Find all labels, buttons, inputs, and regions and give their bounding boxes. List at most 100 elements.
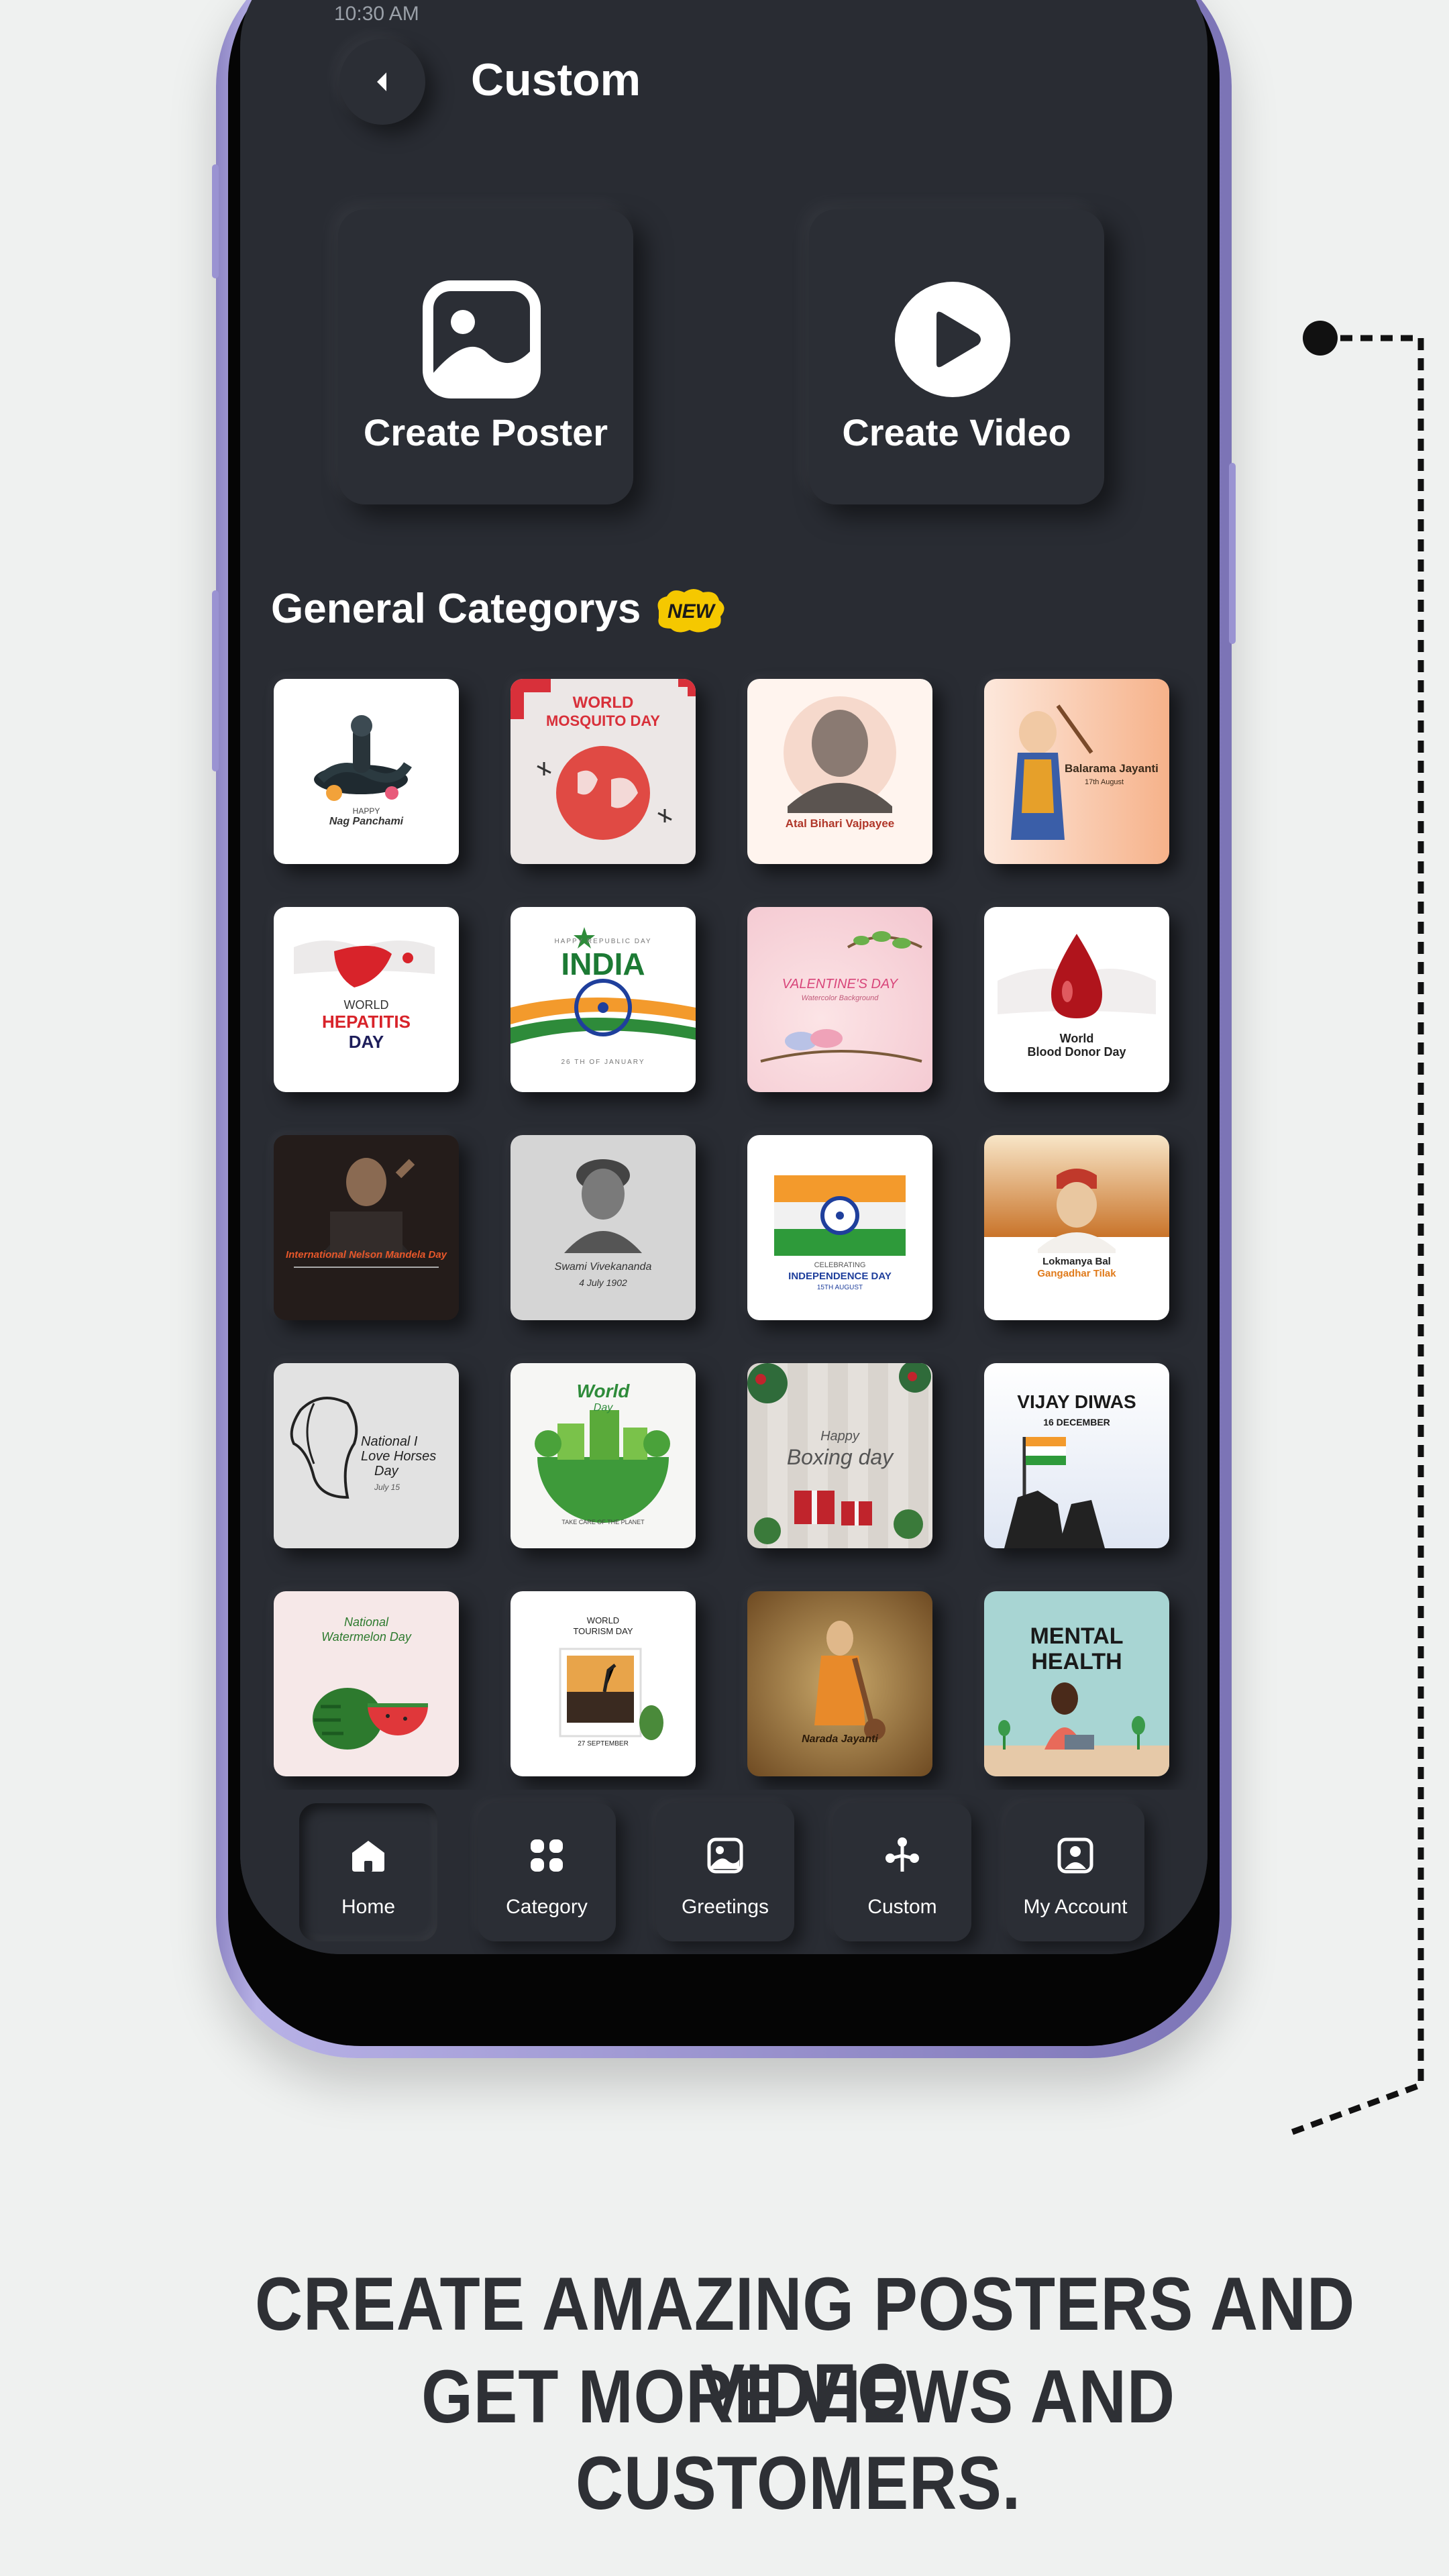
callout-connector (1288, 321, 1424, 2137)
tile-text: WORLD (572, 694, 634, 712)
tile-text: Lokmanya Bal (1042, 1256, 1111, 1267)
category-tile-world-environment-day[interactable]: World Day TAKE CARE OF THE PLANET (511, 1363, 696, 1548)
tile-text: Day (593, 1402, 613, 1413)
tile-text: Day (374, 1464, 398, 1479)
tile-text: Nag Panchami (329, 816, 404, 827)
tile-text: INDEPENDENCE DAY (788, 1271, 892, 1282)
tile-text: HEPATITIS (322, 1012, 411, 1032)
nav-category-label: Category (506, 1896, 588, 1918)
bottom-nav: Home Category Greetings Custom My Accoun… (240, 1790, 1208, 1954)
category-tile-world-tourism-day[interactable]: WORLD TOURISM DAY 27 SEPTEMBER (511, 1591, 696, 1776)
tile-text: VALENTINE'S DAY (782, 977, 898, 991)
tile-text: Balarama Jayanti (1065, 762, 1159, 775)
phone-side-button (212, 164, 219, 278)
tile-text: DAY (348, 1032, 384, 1052)
portrait-art (784, 696, 896, 813)
tile-text: INDIA (561, 947, 645, 981)
tile-text: Watercolor Background (801, 994, 879, 1002)
mandela-art (321, 1158, 415, 1258)
category-tile-valentines-day[interactable]: VALENTINE'S DAY Watercolor Background (747, 907, 932, 1092)
nav-greetings[interactable]: Greetings (656, 1803, 794, 1941)
tile-text: 16 DECEMBER (1043, 1417, 1110, 1428)
home-icon (352, 1841, 384, 1872)
share-nodes-icon (885, 1837, 919, 1872)
mental-health-art (984, 1682, 1169, 1776)
category-tile-world-mosquito-day[interactable]: WORLD MOSQUITO DAY (511, 679, 696, 864)
tile-text: July 15 (374, 1483, 400, 1492)
back-button[interactable] (339, 39, 425, 125)
nav-category[interactable]: Category (478, 1803, 616, 1941)
tile-divider (294, 1267, 439, 1268)
tagline-line-2: GET MORE VIEWS AND CUSTOMERS. (421, 2355, 1175, 2525)
phone-side-button (1229, 463, 1236, 644)
status-time: 10:30 AM (334, 3, 419, 25)
nav-account[interactable]: My Account (1006, 1803, 1144, 1941)
tile-text: HAPPY REPUBLIC DAY (554, 938, 652, 945)
tile-text: MENTAL (1030, 1623, 1124, 1649)
tile-text: WORLD (586, 1615, 620, 1625)
tile-text: Blood Donor Day (1027, 1045, 1126, 1059)
category-tile-atal-bihari-vajpayee[interactable]: Atal Bihari Vajpayee (747, 679, 932, 864)
nav-home-label: Home (341, 1896, 396, 1918)
tile-text: VIJAY DIWAS (1017, 1391, 1136, 1412)
new-badge: NEW (653, 587, 727, 634)
category-tile-world-blood-donor-day[interactable]: World Blood Donor Day (984, 907, 1169, 1092)
category-tile-lokmanya-tilak[interactable]: Lokmanya Bal Gangadhar Tilak (984, 1135, 1169, 1320)
phone-side-button (212, 590, 219, 771)
tile-text: Narada Jayanti (802, 1733, 878, 1745)
narada-art (814, 1621, 885, 1740)
tile-text: 15TH AUGUST (816, 1284, 863, 1291)
image-icon (423, 280, 541, 398)
category-tile-india-republic-day[interactable]: HAPPY REPUBLIC DAY INDIA 26 TH OF JANUAR… (511, 907, 696, 1092)
tile-text: International Nelson Mandela Day (285, 1249, 447, 1260)
nav-home[interactable]: Home (299, 1803, 437, 1941)
category-tile-nag-panchami[interactable]: HAPPY Nag Panchami (274, 679, 459, 864)
create-poster-button[interactable]: Create Poster (338, 209, 633, 504)
tile-text: World (576, 1381, 630, 1401)
category-tile-narada-jayanti[interactable]: Narada Jayanti (747, 1591, 932, 1776)
nav-custom[interactable]: Custom (833, 1803, 971, 1941)
category-tile-mental-health[interactable]: MENTAL HEALTH (984, 1591, 1169, 1776)
tile-text: Atal Bihari Vajpayee (785, 817, 895, 830)
tile-text: HEALTH (1031, 1649, 1122, 1674)
tile-text: WORLD (343, 998, 389, 1012)
category-tile-watermelon-day[interactable]: National Watermelon Day (274, 1591, 459, 1776)
vivekananda-art (564, 1159, 642, 1253)
create-video-button[interactable]: Create Video (809, 209, 1104, 504)
category-tile-vijay-diwas[interactable]: VIJAY DIWAS 16 DECEMBER (984, 1363, 1169, 1548)
page-title: Custom (471, 54, 641, 105)
tile-text: Gangadhar Tilak (1037, 1268, 1116, 1279)
create-video-label: Create Video (842, 411, 1071, 453)
new-badge-shape: NEW (657, 589, 724, 633)
nav-custom-label: Custom (867, 1896, 937, 1918)
tile-text: National (343, 1615, 389, 1629)
chevron-left-icon (377, 72, 386, 91)
tile-text: 17th August (1085, 778, 1124, 786)
tile-text: Love Horses (361, 1449, 437, 1464)
app-screen: 10:30 AM Custom Create Poster Create Vid… (240, 0, 1208, 1954)
category-tile-independence-day[interactable]: CELEBRATING INDEPENDENCE DAY 15TH AUGUST (747, 1135, 932, 1320)
category-tile-world-hepatitis-day[interactable]: WORLD HEPATITIS DAY (274, 907, 459, 1092)
create-poster-label: Create Poster (363, 411, 608, 453)
tile-text: National I (361, 1434, 418, 1449)
blood-drop-art (998, 934, 1156, 1018)
tile-text: 26 TH OF JANUARY (561, 1059, 645, 1066)
tile-text: MOSQUITO DAY (546, 712, 660, 729)
tile-text: TAKE CARE OF THE PLANET (561, 1519, 645, 1525)
category-tile-balarama-jayanti[interactable]: Balarama Jayanti 17th August (984, 679, 1169, 864)
tile-text: CELEBRATING (814, 1261, 866, 1269)
category-tile-nelson-mandela-day[interactable]: International Nelson Mandela Day (274, 1135, 459, 1320)
category-tile-love-horses-day[interactable]: National I Love Horses Day July 15 (274, 1363, 459, 1548)
nag-panchami-art (314, 715, 412, 801)
tile-text: HAPPY (352, 806, 380, 816)
category-tile-swami-vivekananda[interactable]: Swami Vivekananda 4 July 1902 (511, 1135, 696, 1320)
category-grid: HAPPY Nag Panchami WORLD MOSQUITO DAY At… (274, 679, 1170, 1776)
independence-art (774, 1175, 906, 1256)
image-icon (707, 1837, 743, 1874)
tile-text: Watermelon Day (321, 1630, 411, 1644)
tile-text: TOURISM DAY (573, 1626, 633, 1636)
play-circle-icon (895, 282, 1010, 397)
tile-text: Swami Vivekananda (554, 1261, 652, 1273)
category-tile-boxing-day[interactable]: Happy Boxing day (747, 1363, 932, 1548)
tile-text: 4 July 1902 (579, 1277, 627, 1288)
